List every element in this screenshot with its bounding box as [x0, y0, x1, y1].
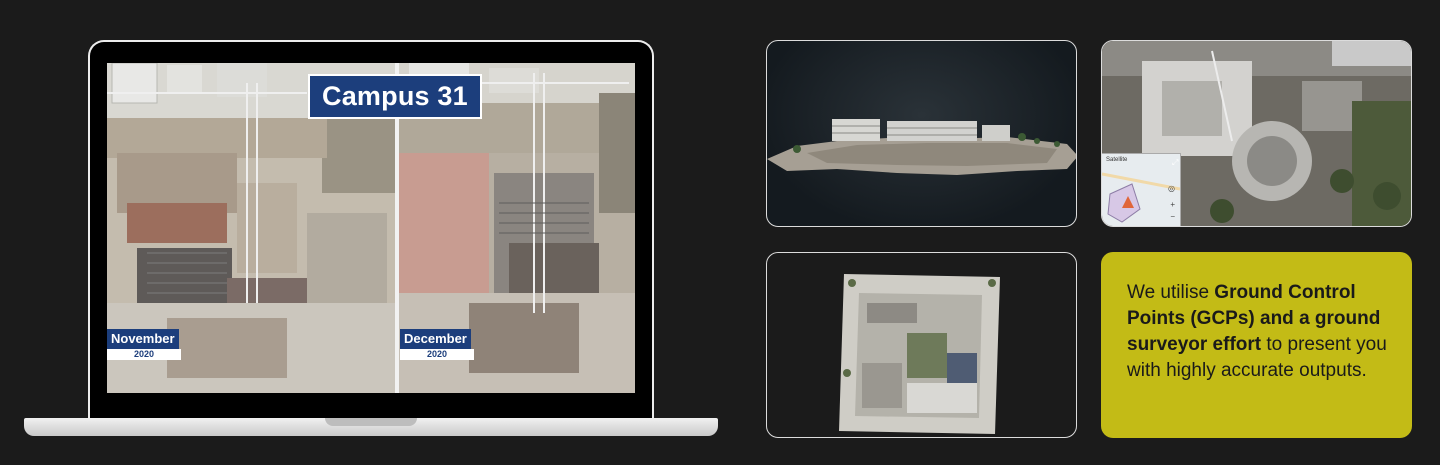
map-pin-icon	[1122, 196, 1134, 208]
laptop-screen: Campus 31 November 2020 December 2020	[107, 63, 635, 393]
month-badge-december: December	[400, 329, 471, 349]
tile-3d-model	[766, 40, 1077, 227]
gcp-info-card: We utilise Ground Control Points (GCPs) …	[1101, 252, 1412, 438]
month-badge-november: November	[107, 329, 179, 349]
map-zoom-in-icon[interactable]: +	[1170, 200, 1175, 209]
3d-model-image	[767, 119, 1076, 175]
campus-title: Campus 31	[308, 74, 482, 119]
info-text-start: We utilise	[1127, 282, 1215, 303]
map-zoom-out-icon[interactable]: −	[1170, 212, 1175, 221]
expand-icon[interactable]: ⤢	[1172, 158, 1178, 168]
laptop-notch	[325, 418, 417, 426]
map-location-icon[interactable]: ◎	[1168, 184, 1175, 193]
tile-orthomosaic	[766, 252, 1077, 438]
year-badge-december: 2020	[400, 349, 474, 360]
orthomosaic-image	[839, 274, 1000, 434]
mini-map[interactable]: Satellite ◎ + −	[1102, 153, 1181, 226]
year-badge-november: 2020	[107, 349, 181, 360]
tile-aerial-photo: Satellite ◎ + − ⤢	[1101, 40, 1412, 227]
